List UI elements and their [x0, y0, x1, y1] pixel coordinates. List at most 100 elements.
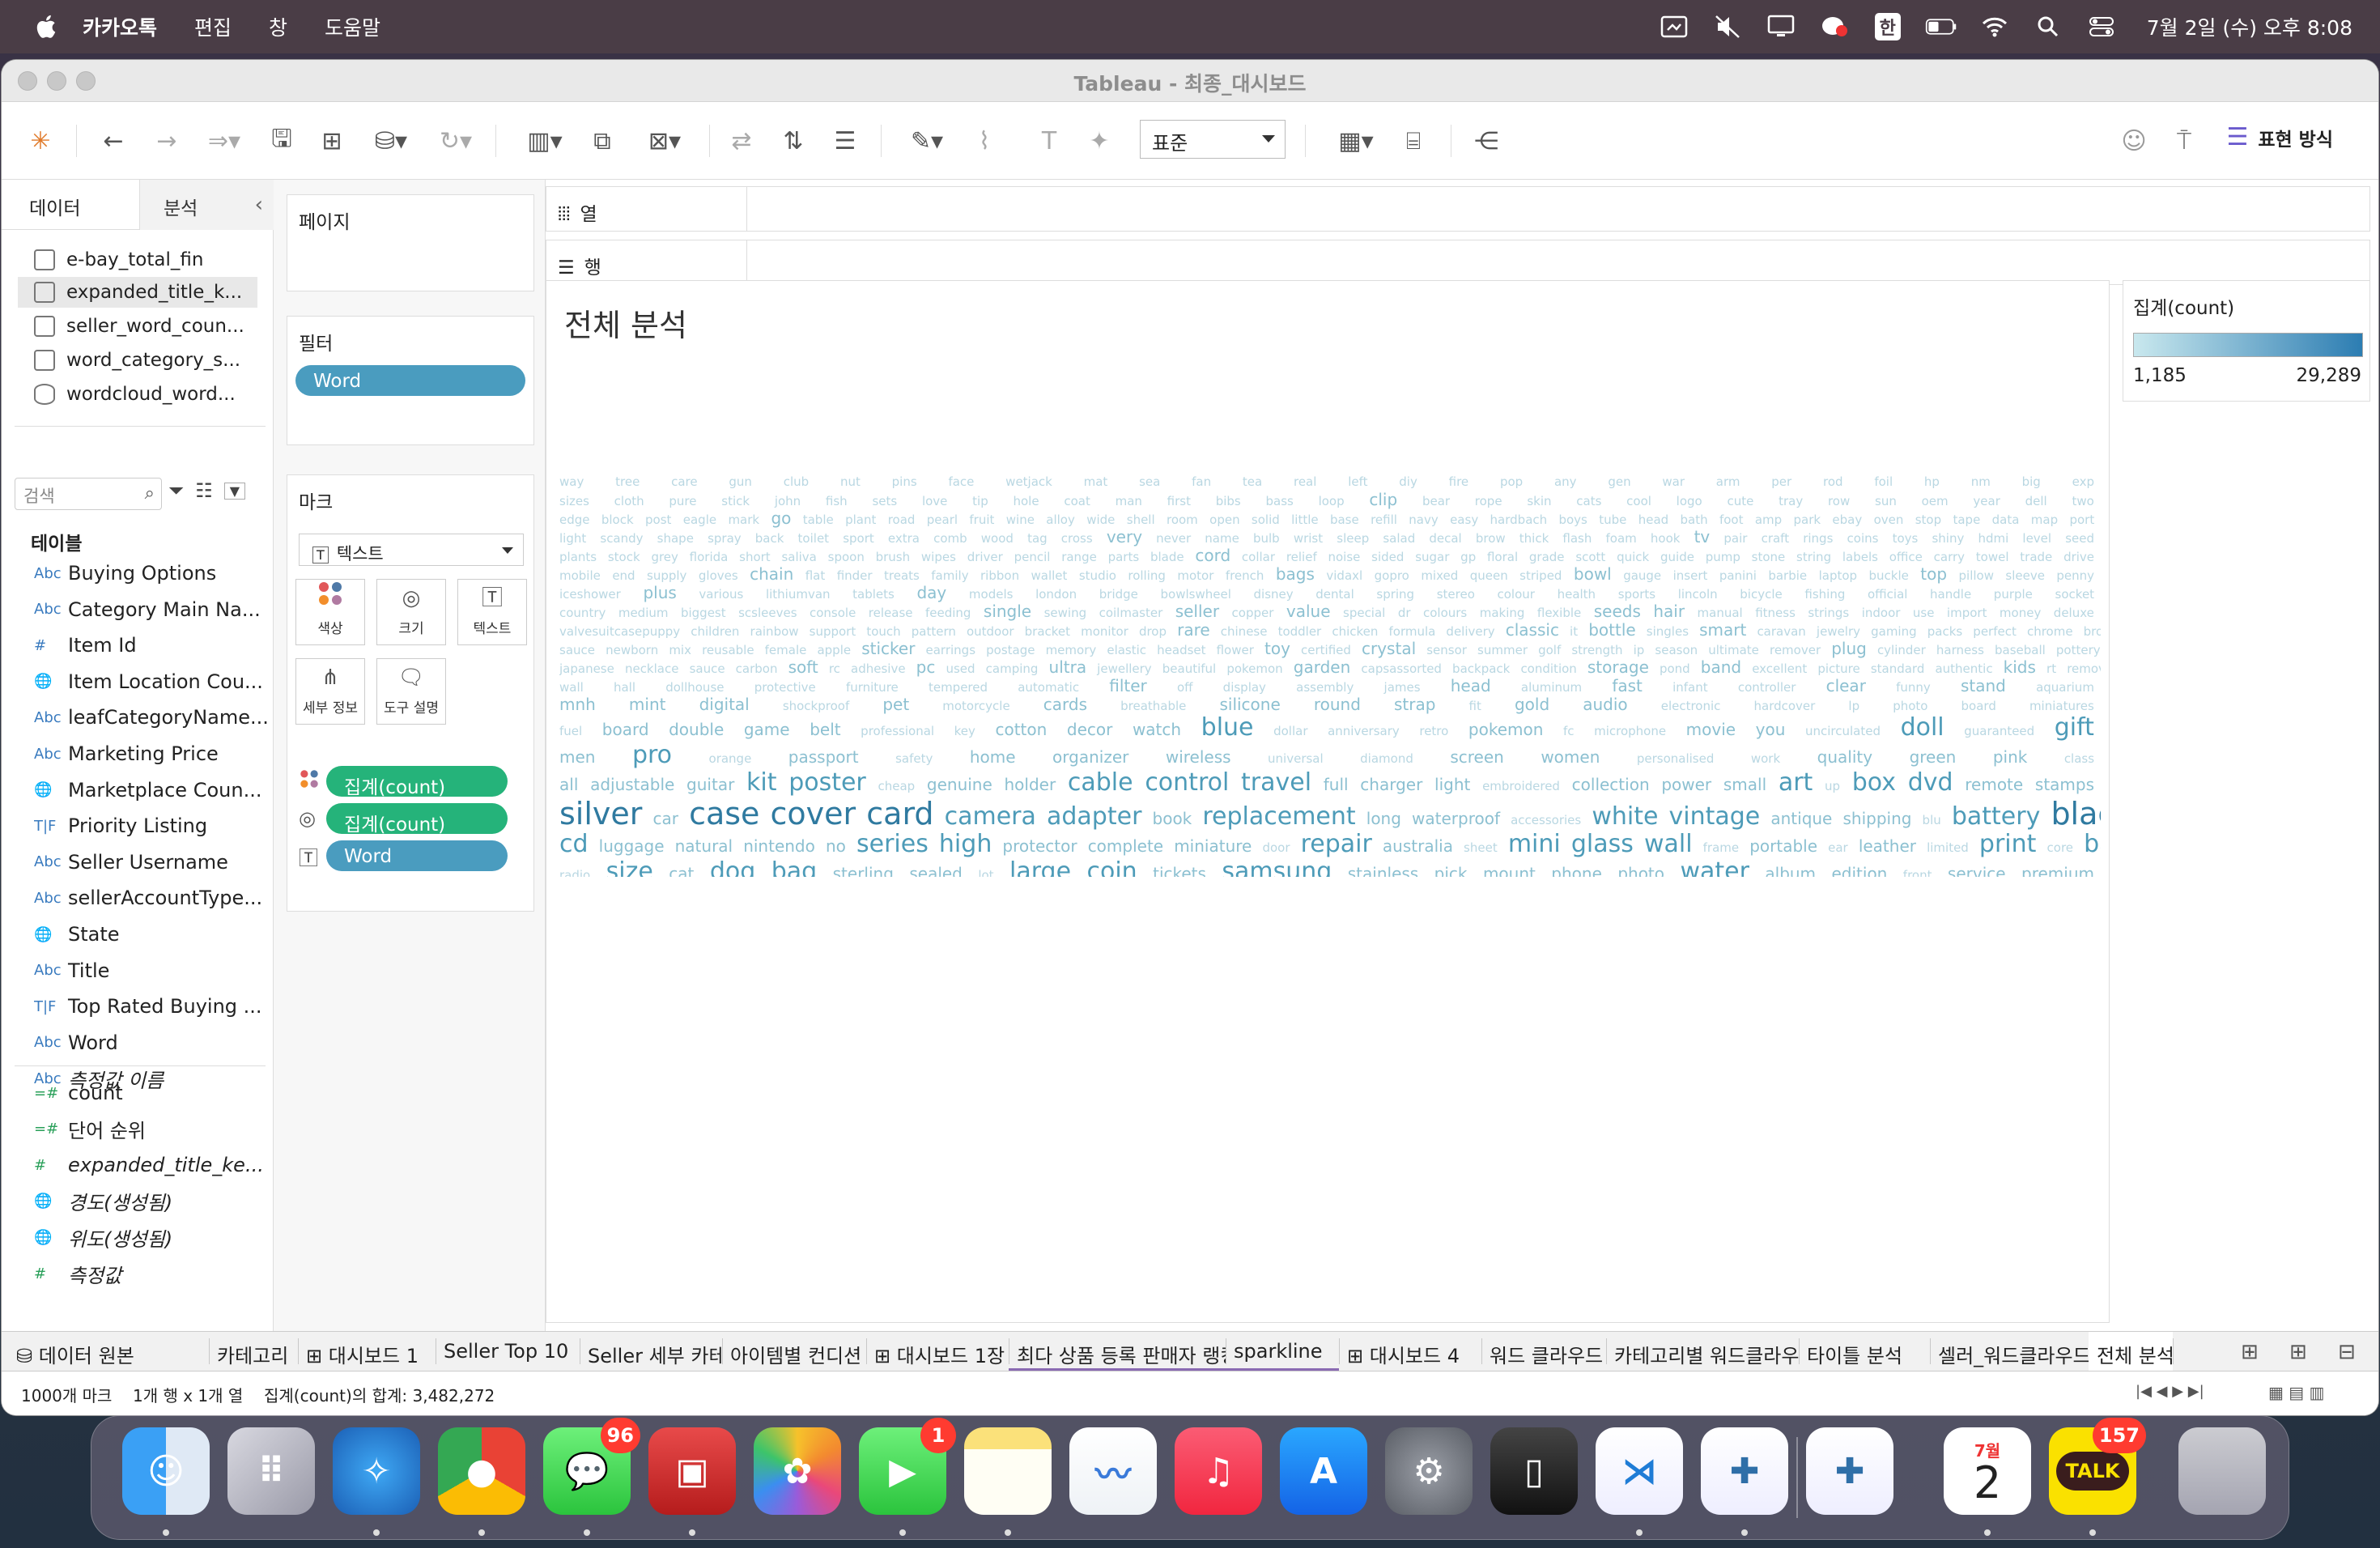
word-mark[interactable]: limited [1927, 840, 1969, 855]
sheet-tab[interactable]: 타이틀 분석 [1799, 1332, 1930, 1371]
word-mark[interactable]: park [1794, 512, 1821, 527]
columns-shelf[interactable]: ⦙⦙⦙ 열 [546, 186, 2370, 232]
word-mark[interactable]: stand [1961, 677, 2006, 695]
word-mark[interactable]: sided [1371, 550, 1404, 564]
word-mark[interactable]: cheap [878, 779, 915, 793]
notes-app-icon[interactable] [964, 1427, 1052, 1515]
word-mark[interactable]: arm [1716, 474, 1740, 489]
word-mark[interactable]: real [1294, 474, 1316, 489]
word-mark[interactable]: insert [1673, 568, 1708, 583]
facetime-app-icon[interactable]: ▶ 1 [859, 1418, 956, 1515]
word-mark[interactable]: miniature [1174, 836, 1252, 856]
word-mark[interactable]: pokemon [1226, 661, 1282, 676]
word-mark[interactable]: men [559, 747, 595, 767]
sort-ascending-icon[interactable]: ⇅ [774, 121, 813, 160]
word-mark[interactable]: bath [1681, 512, 1708, 527]
word-mark[interactable]: jewellery [1097, 661, 1152, 676]
tableau-logo-icon[interactable]: ✳ [21, 121, 60, 160]
word-mark[interactable]: cat [669, 864, 694, 877]
word-mark[interactable]: quality [1817, 747, 1872, 767]
sheet-tab[interactable]: ⊞ 대시보드 1 [298, 1332, 436, 1371]
word-mark[interactable]: war [1662, 474, 1685, 489]
word-mark[interactable]: sport [843, 531, 874, 546]
show-me-button[interactable]: ☰ 표현 방식 [2226, 123, 2333, 151]
word-mark[interactable]: map [2031, 512, 2058, 527]
word-mark[interactable]: size [606, 858, 653, 877]
word-mark[interactable]: earrings [926, 643, 976, 657]
word-mark[interactable]: art [1779, 769, 1813, 797]
word-mark[interactable]: guitar [686, 775, 734, 794]
word-mark[interactable]: buckle [1868, 568, 1908, 583]
word-mark[interactable]: display [1223, 680, 1266, 695]
word-mark[interactable]: formula [1388, 624, 1435, 639]
word-mark[interactable]: rainbow [750, 624, 799, 639]
show-labels-icon[interactable]: T [1030, 121, 1069, 160]
word-mark[interactable]: screen [1450, 747, 1503, 767]
field-item[interactable]: # 측정값 [34, 1257, 269, 1290]
word-mark[interactable]: indoor [1862, 606, 1901, 620]
word-mark[interactable]: flash [1562, 531, 1592, 546]
word-mark[interactable]: florida [690, 550, 729, 564]
word-mark[interactable]: delivery [1446, 624, 1494, 639]
word-mark[interactable]: diy [1399, 474, 1417, 489]
word-mark[interactable]: class [2064, 751, 2094, 766]
word-mark[interactable]: dog [710, 858, 755, 877]
word-mark[interactable]: pump [1706, 550, 1740, 564]
word-mark[interactable]: reusable [702, 643, 754, 657]
new-worksheet-icon[interactable]: ▥▾ [513, 121, 576, 160]
word-mark[interactable]: cable [1068, 769, 1133, 797]
word-mark[interactable]: blade [1150, 550, 1184, 564]
word-mark[interactable]: drive [2063, 550, 2094, 564]
word-mark[interactable]: dollar [1273, 724, 1307, 738]
swap-axes-icon[interactable]: ⇄ [722, 121, 761, 160]
worksheet-view[interactable]: 전체 분석 way tree care gun club nut pins fa… [546, 280, 2110, 1323]
word-mark[interactable]: accessories [1511, 813, 1581, 827]
word-mark[interactable]: work [1751, 751, 1780, 766]
word-mark[interactable]: brush [876, 550, 911, 564]
word-mark[interactable]: band [1701, 658, 1741, 677]
word-mark[interactable]: nut [840, 474, 861, 489]
sheet-tab[interactable]: Seller 세부 카테고리 [580, 1332, 722, 1371]
word-mark[interactable]: cover [771, 797, 856, 831]
word-mark[interactable]: assembly [1296, 680, 1354, 695]
word-mark[interactable]: certified [1301, 643, 1351, 657]
word-mark[interactable]: beautiful [1162, 661, 1216, 676]
word-mark[interactable]: mark [728, 512, 759, 527]
word-mark[interactable]: blue [1201, 714, 1254, 742]
word-mark[interactable]: sleeve [2005, 568, 2045, 583]
word-mark[interactable]: silver [559, 797, 642, 831]
word-mark[interactable]: navy [1409, 512, 1438, 527]
redo-dropdown-icon[interactable]: ⇒▾ [196, 121, 253, 160]
word-mark[interactable]: white [1592, 802, 1658, 831]
word-mark[interactable]: rolling [1128, 568, 1166, 583]
word-mark[interactable]: relief [1286, 550, 1317, 564]
word-mark[interactable]: tickets [1153, 864, 1206, 877]
word-mark[interactable]: key [954, 724, 975, 738]
word-mark[interactable]: stone [1752, 550, 1786, 564]
word-mark[interactable]: remover [1770, 643, 1821, 657]
word-mark[interactable]: decor [1067, 720, 1112, 739]
word-mark[interactable]: cute [1727, 494, 1753, 508]
view-list-icon[interactable]: ☷ [195, 479, 213, 502]
word-mark[interactable]: cloth [614, 494, 644, 508]
data-source-item-selected[interactable]: expanded_title_k... [18, 277, 257, 308]
word-mark[interactable]: kids [2004, 658, 2036, 677]
new-data-source-icon[interactable]: ⊞ [312, 121, 351, 160]
word-mark[interactable]: silicone [1219, 695, 1280, 714]
word-mark[interactable]: club [784, 474, 809, 489]
sort-descending-icon[interactable]: ☰ [826, 121, 865, 160]
word-mark[interactable]: country [559, 606, 606, 620]
word-mark[interactable]: backpack [1452, 661, 1510, 676]
word-mark[interactable]: dental [1315, 587, 1354, 602]
word-mark[interactable]: tempered [929, 680, 988, 695]
word-mark[interactable]: classic [1506, 621, 1559, 640]
data-source-item[interactable]: e-bay_total_fin [34, 245, 203, 275]
word-mark[interactable]: garden [1294, 658, 1351, 677]
word-mark[interactable]: quick [1617, 550, 1649, 564]
word-mark[interactable]: pop [1500, 474, 1523, 489]
word-mark[interactable]: easy [1450, 512, 1478, 527]
word-mark[interactable]: sheet [1464, 840, 1498, 855]
field-search-input[interactable]: 검색 ⌕ [15, 478, 162, 510]
new-dashboard-tab-icon[interactable]: ⊞ [2289, 1332, 2330, 1371]
word-mark[interactable]: motor [1177, 568, 1213, 583]
